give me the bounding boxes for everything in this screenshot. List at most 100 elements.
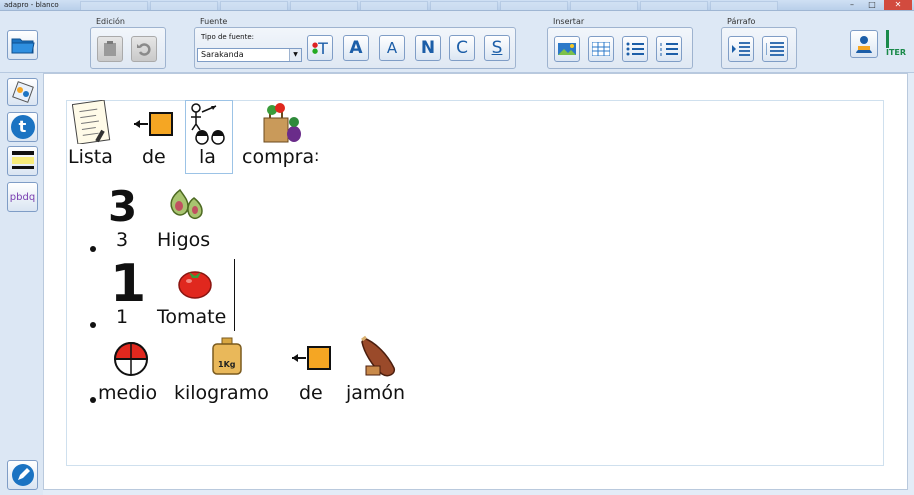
ghost-tab bbox=[290, 1, 358, 10]
italic-label: C bbox=[456, 38, 468, 58]
bold-button[interactable]: N bbox=[415, 35, 441, 61]
maximize-button[interactable]: □ bbox=[862, 0, 882, 10]
parrafo-panel bbox=[721, 27, 797, 69]
ham-pictogram bbox=[361, 335, 396, 377]
group-label-insertar: Insertar bbox=[553, 17, 585, 26]
paragraph-lines-icon bbox=[766, 42, 784, 56]
window-title: adapro - blanco bbox=[4, 1, 59, 9]
word-compra[interactable]: compra bbox=[242, 146, 314, 168]
edicion-panel bbox=[90, 27, 166, 69]
logo-bar bbox=[886, 30, 889, 48]
figs-pictogram bbox=[170, 188, 203, 219]
undo-button[interactable] bbox=[131, 36, 157, 62]
outdent-button[interactable] bbox=[762, 36, 788, 62]
user-settings-icon bbox=[856, 36, 872, 53]
brand-label: ITER bbox=[886, 48, 907, 57]
tomato-pictogram bbox=[178, 271, 212, 299]
word-de[interactable]: de bbox=[142, 146, 166, 168]
word-higos[interactable]: Higos bbox=[157, 229, 210, 251]
numbered-list-icon bbox=[660, 43, 678, 56]
ghost-tab bbox=[360, 1, 428, 10]
paste-button[interactable] bbox=[97, 36, 123, 62]
number-three-pictogram: 3 bbox=[108, 182, 138, 231]
indent-button[interactable] bbox=[728, 36, 754, 62]
pictogram-button[interactable] bbox=[7, 78, 38, 106]
word-tomate[interactable]: Tomate bbox=[157, 306, 226, 328]
open-file-button[interactable] bbox=[7, 30, 38, 60]
numbered-list-button[interactable] bbox=[656, 36, 682, 62]
half-circle-pictogram bbox=[113, 342, 149, 376]
grid-icon bbox=[592, 42, 610, 56]
word-3[interactable]: 3 bbox=[116, 229, 128, 251]
bullet-list-icon bbox=[626, 42, 644, 56]
color-dots-icon: ● bbox=[312, 47, 319, 55]
word-la[interactable]: la bbox=[199, 146, 216, 168]
close-button[interactable]: ✕ bbox=[884, 0, 912, 10]
letter-confusion-button[interactable]: pbdq bbox=[7, 182, 38, 212]
pen-icon bbox=[11, 464, 34, 486]
undo-icon bbox=[137, 43, 151, 56]
group-label-fuente: Fuente bbox=[200, 17, 228, 26]
word-lista[interactable]: Lista bbox=[68, 146, 113, 168]
shopping-list-pictogram bbox=[72, 100, 111, 144]
ghost-tab bbox=[430, 1, 498, 10]
arrow-left-pictogram bbox=[292, 346, 331, 370]
weight-label: 1Kg bbox=[218, 360, 236, 369]
ghost-tab bbox=[80, 1, 148, 10]
ghost-tab bbox=[710, 1, 778, 10]
user-settings-button[interactable] bbox=[850, 30, 878, 58]
number-one-pictogram: 1 bbox=[110, 254, 147, 314]
text-mode-button[interactable]: t bbox=[7, 112, 38, 142]
chevron-down-icon: ▼ bbox=[289, 49, 301, 61]
bullet-list-button[interactable] bbox=[622, 36, 648, 62]
word-medio[interactable]: medio bbox=[98, 382, 157, 404]
highlight-icon bbox=[11, 151, 34, 169]
word-jamon[interactable]: jamón bbox=[346, 382, 405, 404]
word-kilogramo[interactable]: kilogramo bbox=[174, 382, 269, 404]
underline-label: S bbox=[491, 38, 503, 58]
list-bullet bbox=[90, 397, 96, 403]
list-bullet bbox=[90, 246, 96, 252]
colon-symbol[interactable]: : bbox=[314, 146, 319, 165]
document-canvas[interactable]: Lista de la compra : 3 3 Higos 1 1 Tomat… bbox=[43, 73, 908, 490]
ghost-tab bbox=[220, 1, 288, 10]
ghost-tab bbox=[640, 1, 708, 10]
title-bar: adapro - blanco – □ ✕ bbox=[0, 0, 914, 11]
word-de-2[interactable]: de bbox=[299, 382, 323, 404]
font-select-value: Sarakanda bbox=[201, 50, 244, 59]
insert-image-button[interactable] bbox=[554, 36, 580, 62]
folder-icon bbox=[11, 38, 35, 54]
weight-pictogram bbox=[212, 337, 242, 375]
decrease-font-label: A bbox=[386, 39, 398, 57]
minimize-button[interactable]: – bbox=[842, 0, 862, 10]
text-caret bbox=[234, 259, 235, 331]
group-label-edicion: Edición bbox=[96, 17, 125, 26]
font-type-label: Tipo de fuente: bbox=[201, 33, 254, 41]
pbdq-label: pbdq bbox=[9, 191, 36, 203]
insertar-panel bbox=[547, 27, 693, 69]
font-color-button[interactable]: ● ● T bbox=[307, 35, 333, 61]
word-1[interactable]: 1 bbox=[116, 306, 128, 328]
bold-label: N bbox=[420, 38, 436, 58]
ghost-tab bbox=[150, 1, 218, 10]
underline-button[interactable]: S bbox=[484, 35, 510, 61]
group-label-parrafo: Párrafo bbox=[727, 17, 756, 26]
decrease-font-button[interactable]: A bbox=[379, 35, 405, 61]
list-bullet bbox=[90, 322, 96, 328]
t-circle-icon: t bbox=[10, 115, 35, 139]
iter-logo: ITER bbox=[884, 30, 910, 60]
arrow-left-pictogram bbox=[134, 112, 173, 136]
people-pictogram bbox=[191, 103, 225, 145]
indent-icon bbox=[732, 42, 750, 56]
ghost-tab bbox=[500, 1, 568, 10]
increase-font-button[interactable]: A bbox=[343, 35, 369, 61]
highlight-button[interactable] bbox=[7, 146, 38, 176]
italic-button[interactable]: C bbox=[449, 35, 475, 61]
insert-table-button[interactable] bbox=[588, 36, 614, 62]
font-family-select[interactable]: Sarakanda ▼ bbox=[197, 48, 302, 62]
clipboard-icon bbox=[104, 41, 116, 56]
pictogram-icon bbox=[11, 81, 34, 103]
increase-font-label: A bbox=[349, 38, 363, 58]
edit-pen-button[interactable] bbox=[7, 460, 38, 490]
groceries-bag-pictogram bbox=[263, 103, 301, 143]
